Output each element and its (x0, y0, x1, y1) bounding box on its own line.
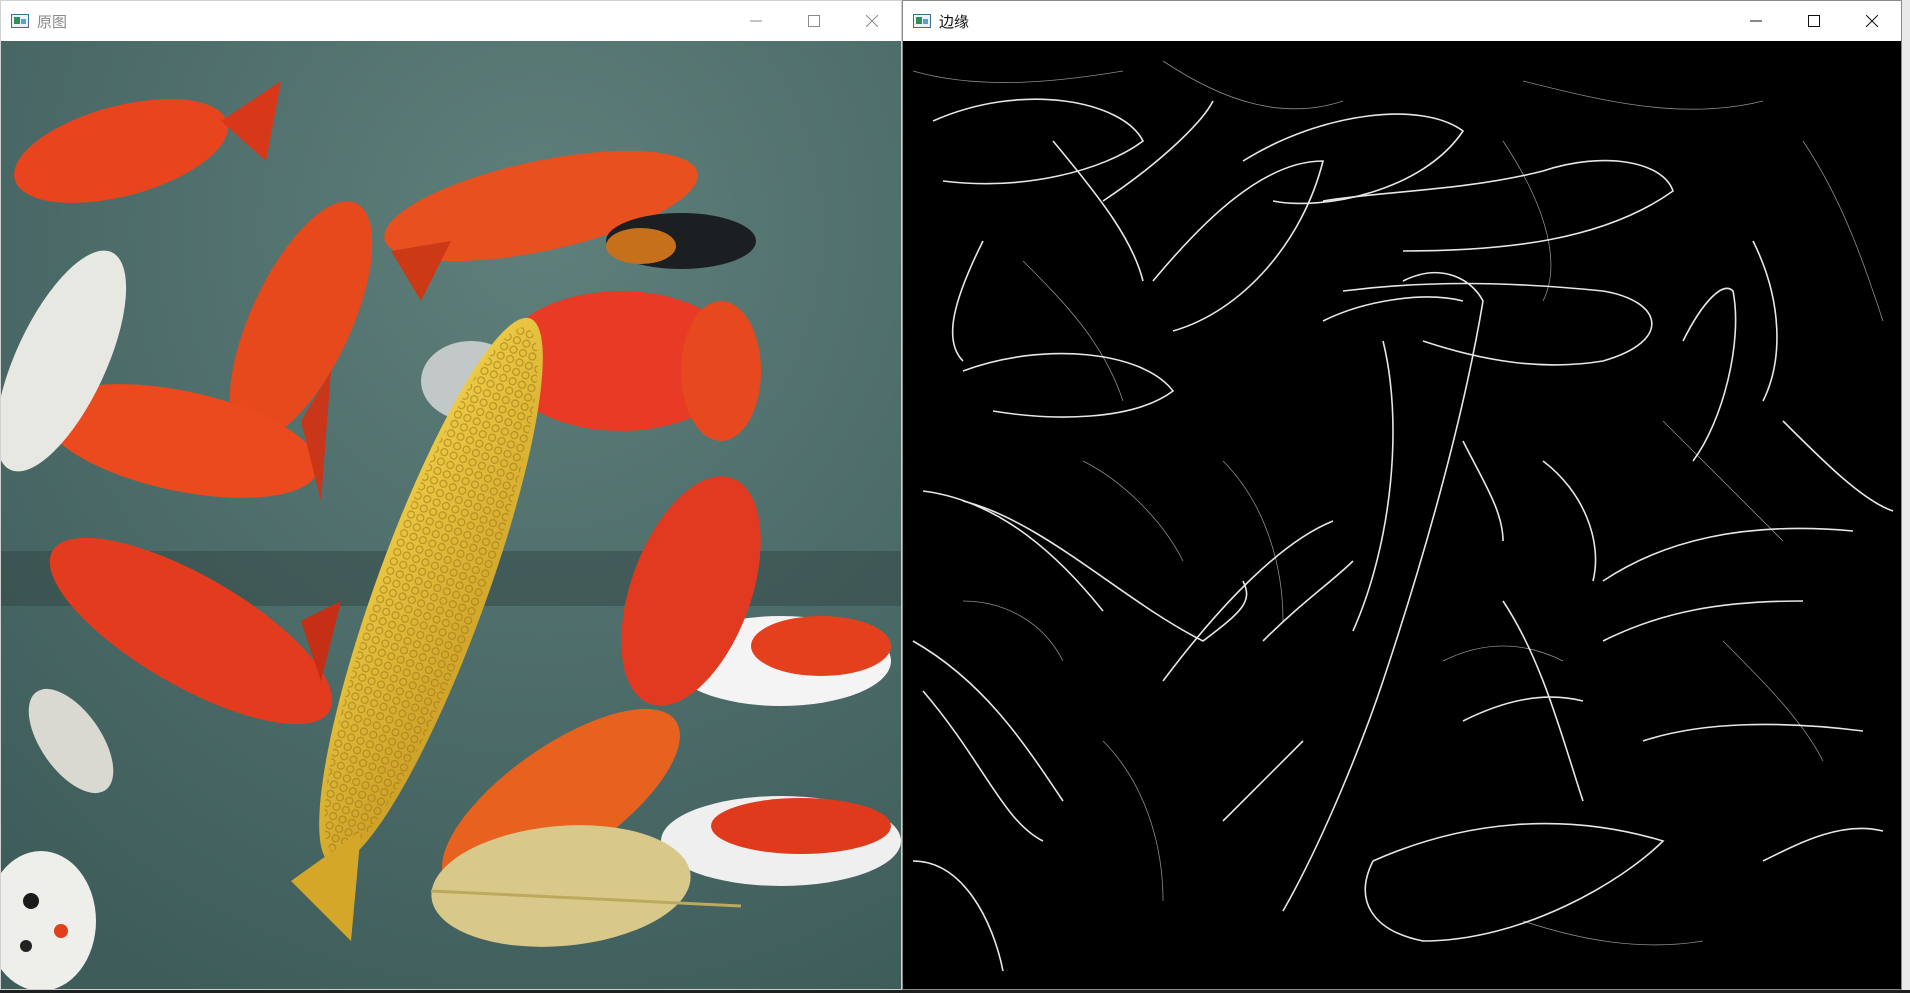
close-icon (866, 15, 878, 27)
close-button[interactable] (843, 1, 901, 41)
original-image-canvas (1, 41, 901, 989)
edge-detection-image (903, 41, 1901, 989)
maximize-icon (1808, 15, 1820, 27)
maximize-button[interactable] (1785, 1, 1843, 41)
edges-window: 边缘 (902, 0, 1902, 990)
minimize-button[interactable] (727, 1, 785, 41)
window-app-icon (913, 14, 931, 28)
goldfish-9 (681, 301, 761, 441)
minimize-button[interactable] (1727, 1, 1785, 41)
original-window-title: 原图 (37, 12, 68, 31)
window-app-icon (11, 14, 29, 28)
minimize-icon (750, 20, 762, 22)
close-icon (1866, 15, 1878, 27)
edges-image-canvas (903, 41, 1901, 989)
edges-window-title: 边缘 (939, 12, 970, 31)
maximize-button[interactable] (785, 1, 843, 41)
goldfish-photo (1, 41, 901, 989)
black-fish (606, 213, 756, 269)
edges-window-titlebar[interactable]: 边缘 (903, 1, 1901, 41)
minimize-icon (1750, 20, 1762, 22)
original-image-window: 原图 (0, 0, 902, 990)
desktop-edge (1902, 0, 1910, 993)
maximize-icon (808, 15, 820, 27)
original-window-titlebar[interactable]: 原图 (1, 1, 901, 41)
close-button[interactable] (1843, 1, 1901, 41)
